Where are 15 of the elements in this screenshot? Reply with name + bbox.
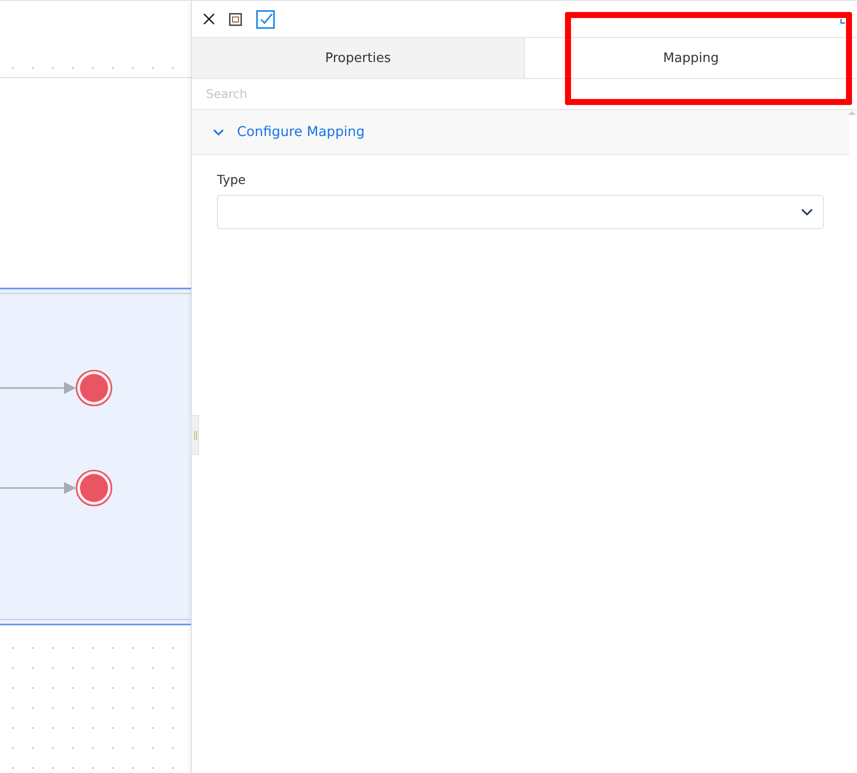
end-event-icon[interactable] <box>76 370 112 406</box>
end-event-icon[interactable] <box>76 470 112 506</box>
expand-icon[interactable] <box>840 16 848 24</box>
window-icon[interactable] <box>229 12 242 26</box>
resize-handle[interactable] <box>191 415 199 455</box>
field-label: Type <box>217 172 247 187</box>
section-header[interactable]: Configure Mapping <box>192 110 849 155</box>
search-field[interactable]: Search <box>192 79 857 110</box>
chevron-icon <box>213 128 224 136</box>
chevron-down-icon <box>801 208 813 216</box>
tab[interactable]: Mapping <box>524 38 857 78</box>
checkbox-icon[interactable] <box>256 10 275 28</box>
close-icon[interactable] <box>203 13 215 25</box>
section-title: Configure Mapping <box>237 124 365 140</box>
tab[interactable]: Properties <box>192 38 524 78</box>
